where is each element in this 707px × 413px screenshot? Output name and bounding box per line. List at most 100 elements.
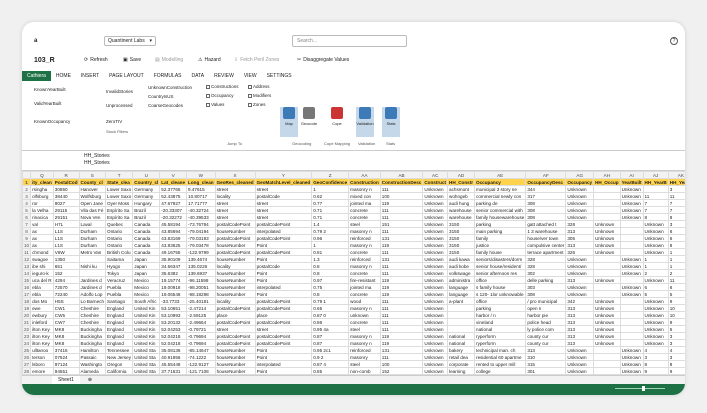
grid-cell[interactable] bbox=[593, 367, 621, 375]
grid-cell[interactable]: 310 bbox=[525, 353, 567, 361]
grid-cell[interactable]: Unknown bbox=[642, 248, 669, 256]
grid-cell[interactable]: jointed ma bbox=[348, 199, 381, 207]
column-header[interactable]: R bbox=[52, 171, 80, 179]
grid-cell[interactable]: Hungary bbox=[132, 199, 161, 207]
grid-cell[interactable]: street bbox=[254, 213, 313, 221]
spreadsheet-grid[interactable]: QRSTUVWXYZAAABACADAEAFAGAHAIAJAKALAM1ity… bbox=[22, 171, 685, 375]
grid-cell[interactable]: ryperform bbox=[474, 339, 527, 347]
grid-cell[interactable]: 94551 bbox=[52, 367, 80, 375]
grid-cell[interactable]: United Kin bbox=[132, 325, 161, 333]
jump-modifiers[interactable]: Modifiers bbox=[248, 93, 271, 98]
grid-cell[interactable]: 317 bbox=[525, 192, 567, 200]
grid-cell[interactable]: masonry n bbox=[348, 262, 381, 270]
grid-cell[interactable]: 0.95 2c1 bbox=[311, 346, 350, 354]
grid-cell[interactable]: Unknown bbox=[619, 367, 644, 375]
grid-cell[interactable]: Unknown bbox=[619, 255, 644, 263]
grid-cell[interactable]: H5S bbox=[52, 297, 80, 305]
grid-cell[interactable]: interpolated bbox=[254, 283, 313, 291]
grid-cell[interactable]: 7 bbox=[667, 199, 685, 207]
grid-cell[interactable]: Unknown bbox=[422, 220, 449, 228]
header-cell[interactable]: Construction bbox=[348, 178, 381, 186]
grid-cell[interactable]: Unknown bbox=[593, 220, 621, 228]
grid-cell[interactable]: Nova Ven bbox=[78, 213, 107, 221]
grid-cell[interactable]: 151 bbox=[379, 220, 424, 228]
grid-cell[interactable]: language bbox=[447, 283, 476, 291]
grid-cell[interactable]: 38440 bbox=[52, 192, 80, 200]
grid-cell[interactable]: lsboro bbox=[30, 360, 54, 368]
grid-cell[interactable]: postalCodePoint bbox=[214, 318, 256, 326]
grid-cell[interactable]: steel bbox=[348, 220, 381, 228]
grid-cell[interactable]: Tennessee bbox=[105, 346, 134, 354]
grid-cell[interactable]: 326 bbox=[565, 248, 595, 256]
grid-cell[interactable] bbox=[619, 297, 644, 305]
grid-cell[interactable]: Quebec bbox=[105, 220, 134, 228]
grid-cell[interactable]: Canada bbox=[132, 234, 161, 242]
column-header[interactable]: V bbox=[159, 171, 188, 179]
grid-cell[interactable]: New Jersey bbox=[105, 353, 134, 361]
grid-cell[interactable]: 19.06548 bbox=[159, 290, 188, 298]
header-cell[interactable]: Occupancy bbox=[565, 178, 595, 186]
grid-cell[interactable]: Unknown bbox=[422, 304, 449, 312]
grid-cell[interactable]: houseNumber bbox=[214, 290, 256, 298]
grid-cell[interactable]: non-comb bbox=[348, 367, 381, 375]
grid-cell[interactable]: postalCodePoint bbox=[254, 339, 313, 347]
row-number[interactable]: 28 bbox=[22, 367, 32, 375]
grid-cell[interactable]: postalCodePoint bbox=[254, 332, 313, 340]
grid-cell[interactable]: Hyogo bbox=[105, 262, 134, 270]
column-header[interactable]: AG bbox=[565, 171, 595, 179]
grid-cell[interactable]: 0.8 bbox=[311, 290, 350, 298]
row-number[interactable]: 8 bbox=[22, 227, 32, 235]
disaggregate-values-button[interactable]: ✂ Disaggregate Values bbox=[297, 57, 349, 63]
filter-unknown-construction[interactable]: UnknownConstruction bbox=[148, 85, 192, 90]
grid-cell[interactable]: Tokyo bbox=[105, 269, 134, 277]
column-header[interactable]: Y bbox=[254, 171, 313, 179]
tab-view[interactable]: VIEW bbox=[239, 71, 262, 81]
grid-cell[interactable]: 119 bbox=[379, 199, 424, 207]
grid-cell[interactable]: locality bbox=[214, 262, 256, 270]
row-number[interactable]: 17 bbox=[22, 290, 32, 298]
grid-cell[interactable]: Unknown bbox=[593, 318, 621, 326]
header-cell[interactable]: Lat_cleane bbox=[159, 178, 188, 186]
grid-cell[interactable]: 313 bbox=[525, 346, 567, 354]
grid-cell[interactable]: Puebla bbox=[105, 290, 134, 298]
grid-cell[interactable] bbox=[593, 353, 621, 361]
row-number[interactable]: 6 bbox=[22, 213, 32, 221]
grid-cell[interactable]: Unknown bbox=[422, 234, 449, 242]
grid-cell[interactable]: Unknown bbox=[593, 241, 621, 249]
filter-unprocessed[interactable]: Unprocessed bbox=[106, 103, 133, 108]
grid-cell[interactable]: parking de bbox=[474, 199, 527, 207]
grid-cell[interactable]: Japan bbox=[132, 262, 161, 270]
grid-cell[interactable]: Unknown bbox=[422, 206, 449, 214]
grid-cell[interactable]: -40.39533 bbox=[186, 213, 216, 221]
grid-cell[interactable]: 8 bbox=[667, 213, 685, 221]
grid-cell[interactable]: 72570 bbox=[52, 283, 80, 291]
header-cell[interactable]: GeoRes_cleaned bbox=[214, 178, 256, 186]
grid-cell[interactable]: CW7 bbox=[52, 318, 80, 326]
tab-review[interactable]: REVIEW bbox=[209, 71, 239, 81]
grid-cell[interactable]: Unknown bbox=[593, 325, 621, 333]
grid-cell[interactable]: ewbury bbox=[30, 311, 54, 319]
grid-cell[interactable]: United Sta bbox=[132, 346, 161, 354]
grid-cell[interactable]: 43.83625 bbox=[159, 241, 188, 249]
column-header[interactable]: AB bbox=[379, 171, 424, 179]
grid-cell[interactable]: 308 bbox=[525, 206, 567, 214]
grid-cell[interactable]: street bbox=[214, 199, 256, 207]
grid-cell[interactable]: / pro municipal bbox=[525, 297, 567, 305]
search-input[interactable]: Search... bbox=[292, 35, 407, 47]
grid-cell[interactable]: Ontario bbox=[105, 241, 134, 249]
grid-cell[interactable]: 3150 bbox=[447, 241, 476, 249]
grid-cell[interactable]: 315 bbox=[525, 360, 567, 368]
grid-cell[interactable]: 100 bbox=[379, 192, 424, 200]
grid-cell[interactable]: 135.0226 bbox=[186, 262, 216, 270]
grid-cell[interactable]: 0.81 bbox=[311, 248, 350, 256]
grid-cell[interactable]: street bbox=[214, 206, 256, 214]
grid-cell[interactable]: houseNumber bbox=[214, 255, 256, 263]
row-number[interactable]: 16 bbox=[22, 283, 32, 291]
grid-cell[interactable]: language bbox=[447, 290, 476, 298]
grid-cell[interactable]: Unknown bbox=[422, 241, 449, 249]
grid-cell[interactable]: -2.49664 bbox=[186, 318, 216, 326]
grid-cell[interactable]: 131 bbox=[379, 234, 424, 242]
grid-cell[interactable]: United Sta bbox=[132, 353, 161, 361]
grid-cell[interactable]: 0.87 0 bbox=[311, 311, 350, 319]
grid-cell[interactable]: houseNumber bbox=[214, 276, 256, 284]
